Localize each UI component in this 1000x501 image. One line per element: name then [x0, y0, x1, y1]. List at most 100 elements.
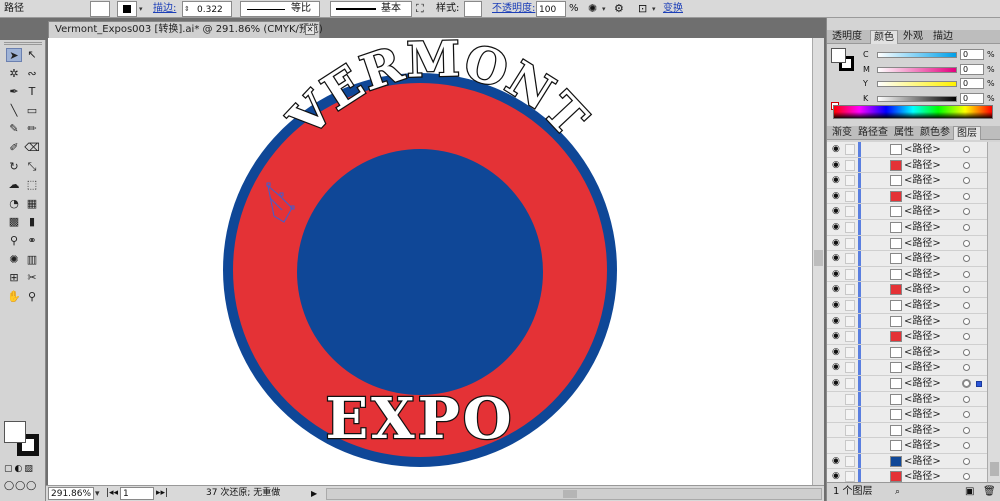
zoom-tool-button[interactable]: ⚲	[24, 290, 40, 304]
target-circle-icon[interactable]	[963, 146, 970, 153]
free-transform-tool-button[interactable]: ⬚	[24, 178, 40, 192]
lock-toggle[interactable]	[845, 315, 855, 327]
layer-row[interactable]: ◉ <路径>	[827, 329, 987, 345]
layer-row[interactable]: <路径>	[827, 438, 987, 454]
lock-toggle[interactable]	[845, 221, 855, 233]
toolbox-grip[interactable]	[4, 42, 42, 45]
visibility-eye-icon[interactable]: ◉	[832, 378, 840, 388]
first-artboard-icon[interactable]: |◂◂	[106, 487, 118, 500]
artboard-tool-button[interactable]: ⊞	[6, 271, 22, 285]
opacity-field[interactable]: 100	[536, 1, 566, 17]
selection-tool-button[interactable]: ➤	[6, 48, 22, 62]
color-panel-tab[interactable]: 描边	[930, 30, 956, 44]
visibility-eye-icon[interactable]: ◉	[832, 316, 840, 326]
artboard-canvas[interactable]: VERMONT EXPO	[48, 38, 824, 485]
color-panel-tab[interactable]: 外观	[900, 30, 926, 44]
layers-panel-tab[interactable]: 颜色参	[917, 126, 953, 140]
visibility-eye-icon[interactable]: ◉	[832, 254, 840, 263]
opacity-panel-link[interactable]: 不透明度:	[492, 1, 535, 17]
target-circle-icon[interactable]	[963, 348, 970, 356]
target-circle-icon[interactable]	[963, 333, 970, 341]
target-circle-icon[interactable]	[963, 411, 970, 419]
layer-row[interactable]: ◉ <路径>	[827, 297, 987, 314]
type-tool-button[interactable]: T	[24, 85, 40, 99]
lock-toggle[interactable]	[845, 424, 855, 436]
symbol-sprayer-tool-button[interactable]: ✺	[6, 253, 22, 267]
lock-toggle[interactable]	[845, 455, 855, 467]
cmyk-channel-value[interactable]: 0	[960, 92, 984, 104]
gradient-tool-button[interactable]: ▮	[24, 215, 40, 229]
color-mode-buttons[interactable]: ▢◐▨	[4, 464, 35, 474]
close-document-icon[interactable]: ✕	[305, 25, 315, 35]
color-panel-tab[interactable]: 透明度	[829, 30, 865, 44]
layers-scrollbar[interactable]	[987, 142, 1000, 482]
horizontal-scrollbar[interactable]	[326, 488, 822, 500]
lasso-tool-button[interactable]: ∾	[24, 67, 40, 81]
layer-row[interactable]: <路径>	[827, 422, 987, 439]
layer-row[interactable]: ◉ <路径>	[827, 204, 987, 220]
graphic-style-picker[interactable]	[464, 1, 482, 17]
stroke-panel-link[interactable]: 描边:	[153, 1, 176, 17]
inner-blue-circle[interactable]	[297, 149, 543, 395]
target-circle-icon[interactable]	[963, 395, 970, 403]
recolor-dropdown-icon[interactable]: ▾	[602, 1, 606, 17]
layer-row[interactable]: ◉ <路径>	[827, 266, 987, 283]
column-graph-tool-button[interactable]: ▥	[24, 253, 40, 267]
align-dropdown-icon[interactable]: ▾	[652, 1, 656, 17]
selection-indicator[interactable]	[976, 380, 982, 387]
target-circle-icon[interactable]	[963, 223, 970, 231]
visibility-eye-icon[interactable]: ◉	[832, 269, 840, 279]
visibility-eye-icon[interactable]: ◉	[832, 207, 840, 216]
lock-toggle[interactable]	[845, 268, 855, 280]
target-circle-icon[interactable]	[963, 239, 970, 247]
transform-panel-link[interactable]: 变换	[663, 1, 683, 17]
visibility-eye-icon[interactable]: ◉	[832, 176, 840, 185]
new-layer-icon[interactable]: ▣	[965, 486, 974, 498]
target-circle-icon[interactable]	[963, 473, 970, 481]
layer-row[interactable]: ◉ <路径>	[827, 235, 987, 252]
direct-selection-tool-button[interactable]: ↖	[24, 48, 40, 62]
expo-text[interactable]: EXPO	[324, 385, 514, 454]
lock-toggle[interactable]	[845, 299, 855, 311]
target-circle-icon[interactable]	[963, 426, 970, 434]
rectangle-tool-button[interactable]: ▭	[24, 104, 40, 118]
target-circle-icon[interactable]	[963, 255, 970, 263]
target-circle-icon[interactable]	[963, 161, 970, 169]
cmyk-channel-value[interactable]: 0	[960, 63, 984, 75]
lock-toggle[interactable]	[845, 377, 855, 389]
layer-row[interactable]: ◉ <路径>	[827, 469, 987, 482]
layers-panel-tab[interactable]: 图层	[953, 126, 981, 140]
stroke-weight-stepper-icon[interactable]: ⇕	[184, 1, 190, 17]
target-circle-icon[interactable]	[963, 301, 970, 309]
visibility-eye-icon[interactable]: ◉	[832, 472, 840, 481]
lock-toggle[interactable]	[845, 471, 855, 482]
visibility-eye-icon[interactable]: ◉	[832, 300, 840, 310]
scale-tool-button[interactable]: ⤡	[24, 160, 40, 174]
variable-width-profile[interactable]: 等比	[240, 1, 320, 17]
cmyk-channel-slider[interactable]	[877, 66, 957, 73]
slice-tool-button[interactable]: ✂	[24, 271, 40, 285]
status-menu-icon[interactable]: ▶	[311, 487, 317, 500]
zoom-level-field[interactable]: 291.86%	[48, 487, 94, 500]
fill-color-picker[interactable]	[90, 1, 110, 17]
stroke-color-picker[interactable]	[117, 1, 137, 17]
layer-row[interactable]: ◉ <路径>	[827, 173, 987, 189]
lock-toggle[interactable]	[845, 393, 855, 405]
document-tab[interactable]: Vermont_Expos003 [转换].ai* @ 291.86% (CMY…	[48, 21, 323, 38]
cmyk-channel-slider[interactable]	[877, 81, 957, 87]
target-circle-icon[interactable]	[963, 177, 970, 185]
align-icon[interactable]: ⛶	[416, 1, 424, 17]
target-circle-icon[interactable]	[963, 442, 970, 450]
pen-tool-button[interactable]: ✒	[6, 85, 22, 99]
next-artboard-icon[interactable]: ▸▸|	[156, 487, 168, 500]
visibility-eye-icon[interactable]: ◉	[832, 160, 840, 170]
rotate-tool-button[interactable]: ↻	[6, 160, 22, 174]
target-circle-icon[interactable]	[962, 378, 971, 388]
visibility-eye-icon[interactable]: ◉	[832, 363, 840, 372]
lock-toggle[interactable]	[845, 175, 855, 187]
delete-layer-icon[interactable]: 🗑	[983, 486, 996, 498]
lock-toggle[interactable]	[845, 362, 855, 374]
visibility-eye-icon[interactable]: ◉	[832, 332, 840, 341]
layers-scroll-thumb[interactable]	[990, 462, 999, 476]
layer-row[interactable]: ◉ <路径>	[827, 157, 987, 174]
